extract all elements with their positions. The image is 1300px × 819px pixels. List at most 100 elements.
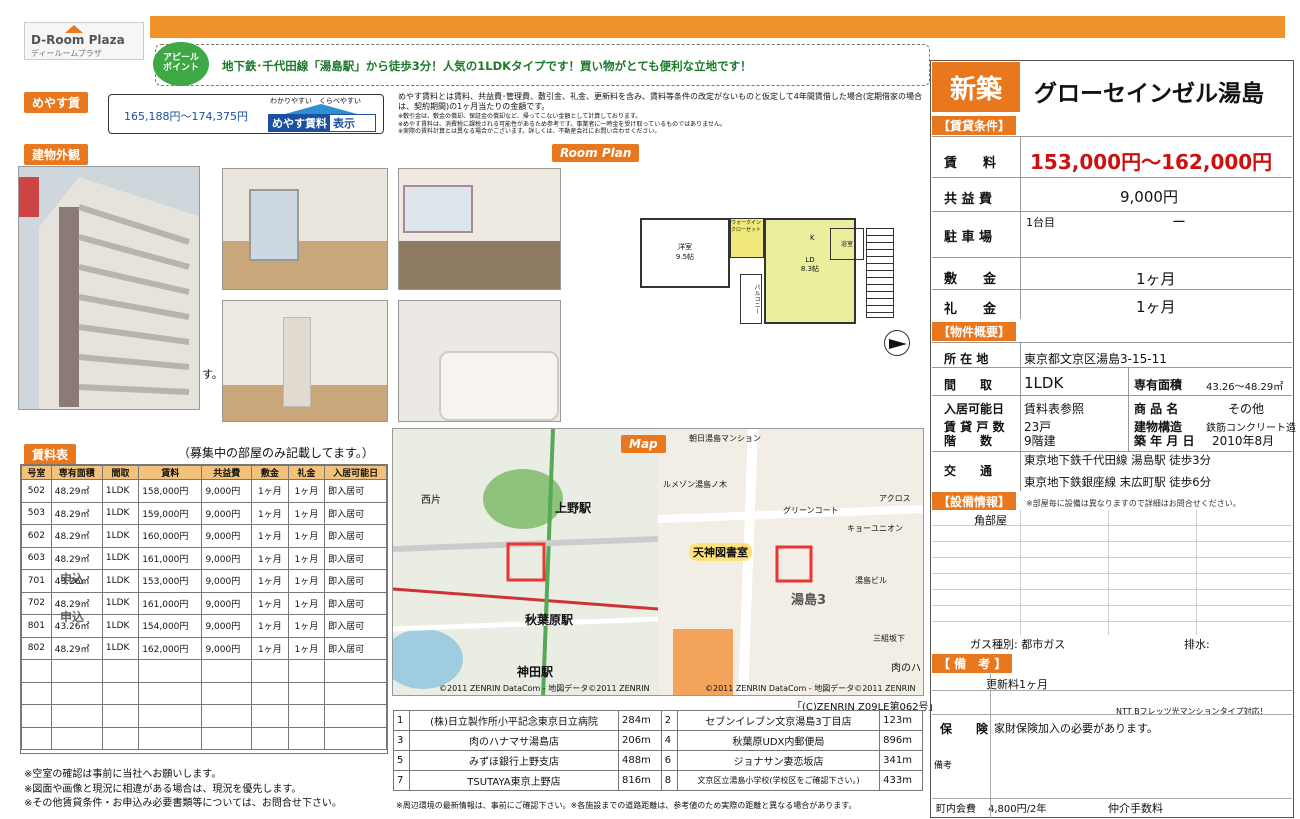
nearby-cell: 文京区立湯島小学校(学校区をご確認下さい。) [676,770,881,791]
nearby-cell: 秋葉原UDX内郵便局 [676,730,881,751]
map-label-nikunoha: 肉のハ [891,663,921,674]
rent-cell: 9,000円 [201,569,253,593]
footnotes: ※空室の確認は事前に当社へお願いします。 ※図面や画像と現況に相違がある場合は、… [24,768,342,812]
rent-header-cell: 共益費 [201,465,253,480]
appeal-text: 地下鉄･千代田線「湯島駅」から徒歩3分！人気の1LDKタイプです！買い物がとても… [222,59,752,73]
rent-cell: 1ヶ月 [287,479,326,503]
list-item: 3 肉のハナマサ湯島店 206m 4 秋葉原UDX内郵便局 896m [393,730,923,751]
rent-cell: 161,000円 [138,546,203,570]
rent-cell: 1ヶ月 [287,569,326,593]
map-svg [393,429,923,695]
new-badge: 新築 [932,62,1020,112]
rent-cell: 154,000円 [138,614,203,638]
equip-note: ※部屋毎に設備は異なりますので詳細はお問合せください。 [1026,499,1241,508]
rent-cell: 9,000円 [201,479,253,503]
kitchen-counter [399,241,560,289]
equip-item-kadobeya: 角部屋 [974,514,1007,527]
meyasu-note-main: めやす賃料とは賃料、共益費･管理費、敷引金、礼金、更新料を含み、賃料等条件の改定… [398,92,922,112]
footnote-3: ※その他賃貸条件・お申込み必要書類等については、お問合せ下さい。 [24,798,342,809]
meyasu-badge-roof [285,104,357,114]
rent-cell: 48.29㎡ [50,524,103,548]
rent-cell: 1LDK [101,501,140,525]
remarks-lines [932,672,1292,818]
rent-cell: 1ヶ月 [251,524,289,548]
rent-cell: 702 [21,591,52,615]
rent-header-cell: 入居可能日 [324,465,387,480]
rent-cell: 48.29㎡ [50,546,103,570]
rent-cell: 1LDK [101,614,140,638]
nearby-cell: 5 [393,750,410,771]
map-label-tenjin: 天神図書室 [689,543,752,561]
rent-header-cell: 賃料 [138,465,203,480]
nearby-cell: セブンイレブン文京湯島3丁目店 [676,710,881,731]
rent-cell: 1LDK [101,591,140,615]
table-row-empty [21,704,387,728]
rent-cell: 161,000円 [138,591,203,615]
list-item: 5 みずほ銀行上野支店 488m 6 ジョナサン妻恋坂店 341m [393,750,923,771]
nearby-cell: (株)日立製作所小平記念東京日立病院 [408,710,619,731]
header-bar [150,16,1285,38]
table-row: 502 48.29㎡ 1LDK 158,000円 9,000円 1ヶ月 1ヶ月 即入居可 [21,479,387,503]
floorplan-ld-size: 8.3帖 [800,265,820,273]
table-row-empty [21,681,387,705]
floorplan-room1-label: 洋室 [678,243,692,251]
table-row-empty [21,659,387,683]
logo-subtitle: ディールームプラザ [31,49,102,58]
map-label-acros: アクロス [879,494,911,503]
meyasu-note-sub3: ※実際の賃料計算とは異なる場合がございます。詳しくは、不動産会社にお問い合わせく… [398,128,661,136]
kitchen-window [403,185,473,233]
floorplan-balcony: バルコニー [740,274,762,324]
rent-cell: 9,000円 [201,501,253,525]
rent-cell: 159,000円 [138,501,203,525]
logo: D-Room Plaza ディールームプラザ [24,22,144,60]
nearby-cell: 6 [660,750,678,771]
rent-header-cell: 礼金 [287,465,326,480]
rent-cell: 48.29㎡ [50,636,103,660]
nearby-cell: 488m [617,750,662,771]
nearby-cell: 肉のハナマサ湯島店 [408,730,619,751]
meyasu-range: 165,188円～174,375円 [124,110,248,123]
rent-cell: 503 [21,501,52,525]
meyasu-badge: めやす賃料 表示 [268,114,376,132]
window-shape [249,189,299,261]
rent-cell: 即入居可 [324,524,387,548]
nearby-cell: 3 [393,730,410,751]
rent-cell: 1ヶ月 [251,614,289,638]
map-label-yushima: 湯島3 [791,593,827,608]
nearby-cell: みずほ銀行上野支店 [408,750,619,771]
rent-cell: 1ヶ月 [287,501,326,525]
rent-cell: 1ヶ月 [287,591,326,615]
map-label-ueno: 上野駅 [555,501,592,515]
nearby-cell: 284m [617,710,662,731]
rent-cell: 即入居可 [324,501,387,525]
map-area[interactable]: Map 上野駅 秋葉原駅 神田駅 西片 天神図書室 湯島3 朝日湯島マンション … [392,428,924,696]
bathtub [439,351,559,421]
list-item: 7 TSUTAYA東京上野店 816m 8 文京区立湯島小学校(学校区をご確認下さい。)… [393,770,923,791]
cond-lines [932,136,1292,319]
room-plan-tab: Room Plan [552,144,640,162]
nearby-cell: 4 [660,730,678,751]
rent-cell: 即入居可 [324,591,387,615]
floorplan-bath: 浴室 [830,228,864,260]
rent-cell: 48.29㎡ [50,501,103,525]
rent-header-cell: 間取 [101,465,140,480]
floorplan: 洋室 9.5帖 ウォークインクローゼット K LD 8.3帖 浴室 バルコニー [640,214,895,324]
rent-cell: 603 [21,546,52,570]
table-row: 603 48.29㎡ 1LDK 161,000円 9,000円 1ヶ月 1ヶ月 即入居可 [21,546,387,570]
map-label-kanda: 神田駅 [517,665,554,679]
map-label-yushimabldg: 湯島ビル [855,576,887,585]
map-copyright-1: ©2011 ZENRIN DataCom - 地図データ©2011 ZENRIN [439,684,650,693]
rent-stamp-801: 申込 [60,610,85,624]
map-label-akihabara: 秋葉原駅 [525,613,574,627]
map-label-mansion: 朝日湯島マンション [689,434,761,443]
rent-cell: 160,000円 [138,524,203,548]
rent-cell: 9,000円 [201,614,253,638]
conditions-tab: 【賃貸条件】 [932,116,1017,135]
table-row-empty [21,726,387,750]
rent-cell: 48.29㎡ [50,479,103,503]
rent-cell: 9,000円 [201,591,253,615]
map-label-ruman: ルメゾン湯島ノ木 [663,480,727,489]
bathroom-photo [398,300,561,422]
rent-cell: 1ヶ月 [251,569,289,593]
north-arrow-icon [884,330,910,356]
